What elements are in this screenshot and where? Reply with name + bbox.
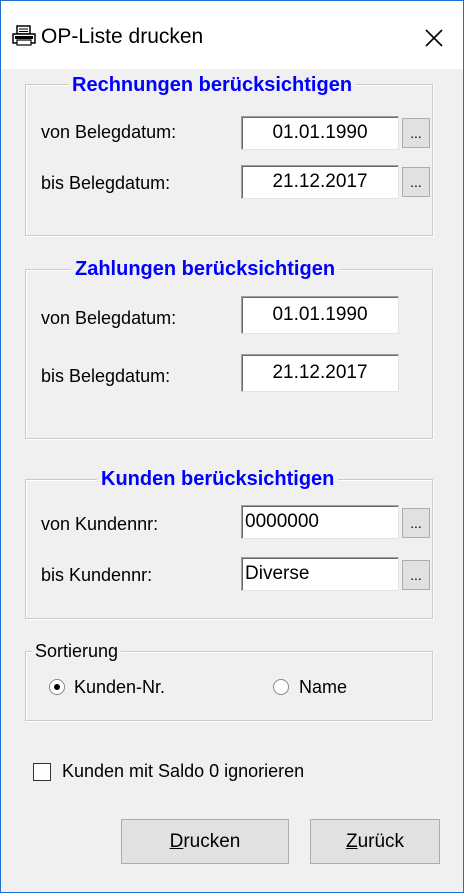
- printer-icon: [12, 25, 36, 46]
- zurueck-button[interactable]: Zurück: [310, 819, 440, 864]
- sortierung-group-title: Sortierung: [32, 641, 122, 662]
- dialog-window: OP-Liste drucken Rechnungen berücksichti…: [0, 0, 464, 893]
- zahlungen-bis-date-input[interactable]: 21.12.2017: [241, 354, 399, 392]
- sort-name-label[interactable]: Name: [299, 677, 347, 698]
- rechnungen-von-date-input[interactable]: 01.01.1990: [241, 116, 399, 150]
- zahlungen-von-date-input[interactable]: 01.01.1990: [241, 296, 399, 334]
- rechnungen-bis-date-input[interactable]: 21.12.2017: [241, 165, 399, 199]
- title-bar[interactable]: OP-Liste drucken: [1, 1, 463, 69]
- rechnungen-bis-label: bis Belegdatum:: [41, 173, 171, 193]
- rechnungen-group-title: Rechnungen berücksichtigen: [68, 74, 357, 97]
- window-title: OP-Liste drucken: [41, 25, 204, 48]
- kunden-bis-input[interactable]: Diverse: [241, 557, 399, 591]
- drucken-button[interactable]: Drucken: [121, 819, 289, 864]
- close-button[interactable]: [411, 15, 457, 61]
- close-icon: [425, 29, 443, 47]
- kunden-von-label: von Kundennr:: [41, 514, 159, 534]
- saldo-ignore-label[interactable]: Kunden mit Saldo 0 ignorieren: [62, 761, 304, 782]
- zahlungen-group-title: Zahlungen berücksichtigen: [71, 258, 340, 281]
- kunden-bis-picker-button[interactable]: ...: [402, 560, 430, 590]
- kunden-von-input[interactable]: 0000000: [241, 505, 399, 539]
- sort-kunden-nr-label[interactable]: Kunden-Nr.: [74, 677, 165, 698]
- kunden-von-picker-button[interactable]: ...: [402, 508, 430, 538]
- rechnungen-group: [25, 84, 433, 236]
- saldo-ignore-checkbox[interactable]: [33, 763, 51, 781]
- zahlungen-bis-label: bis Belegdatum:: [41, 366, 171, 386]
- kunden-group-title: Kunden berücksichtigen: [97, 468, 339, 491]
- rechnungen-von-picker-button[interactable]: ...: [402, 118, 430, 148]
- sort-kunden-nr-radio[interactable]: [49, 679, 65, 695]
- kunden-bis-label: bis Kundennr:: [41, 565, 153, 585]
- zahlungen-von-label: von Belegdatum:: [41, 308, 177, 328]
- kunden-group: [25, 479, 433, 619]
- sort-name-radio[interactable]: [273, 679, 289, 695]
- rechnungen-bis-picker-button[interactable]: ...: [402, 167, 430, 197]
- rechnungen-von-label: von Belegdatum:: [41, 122, 177, 142]
